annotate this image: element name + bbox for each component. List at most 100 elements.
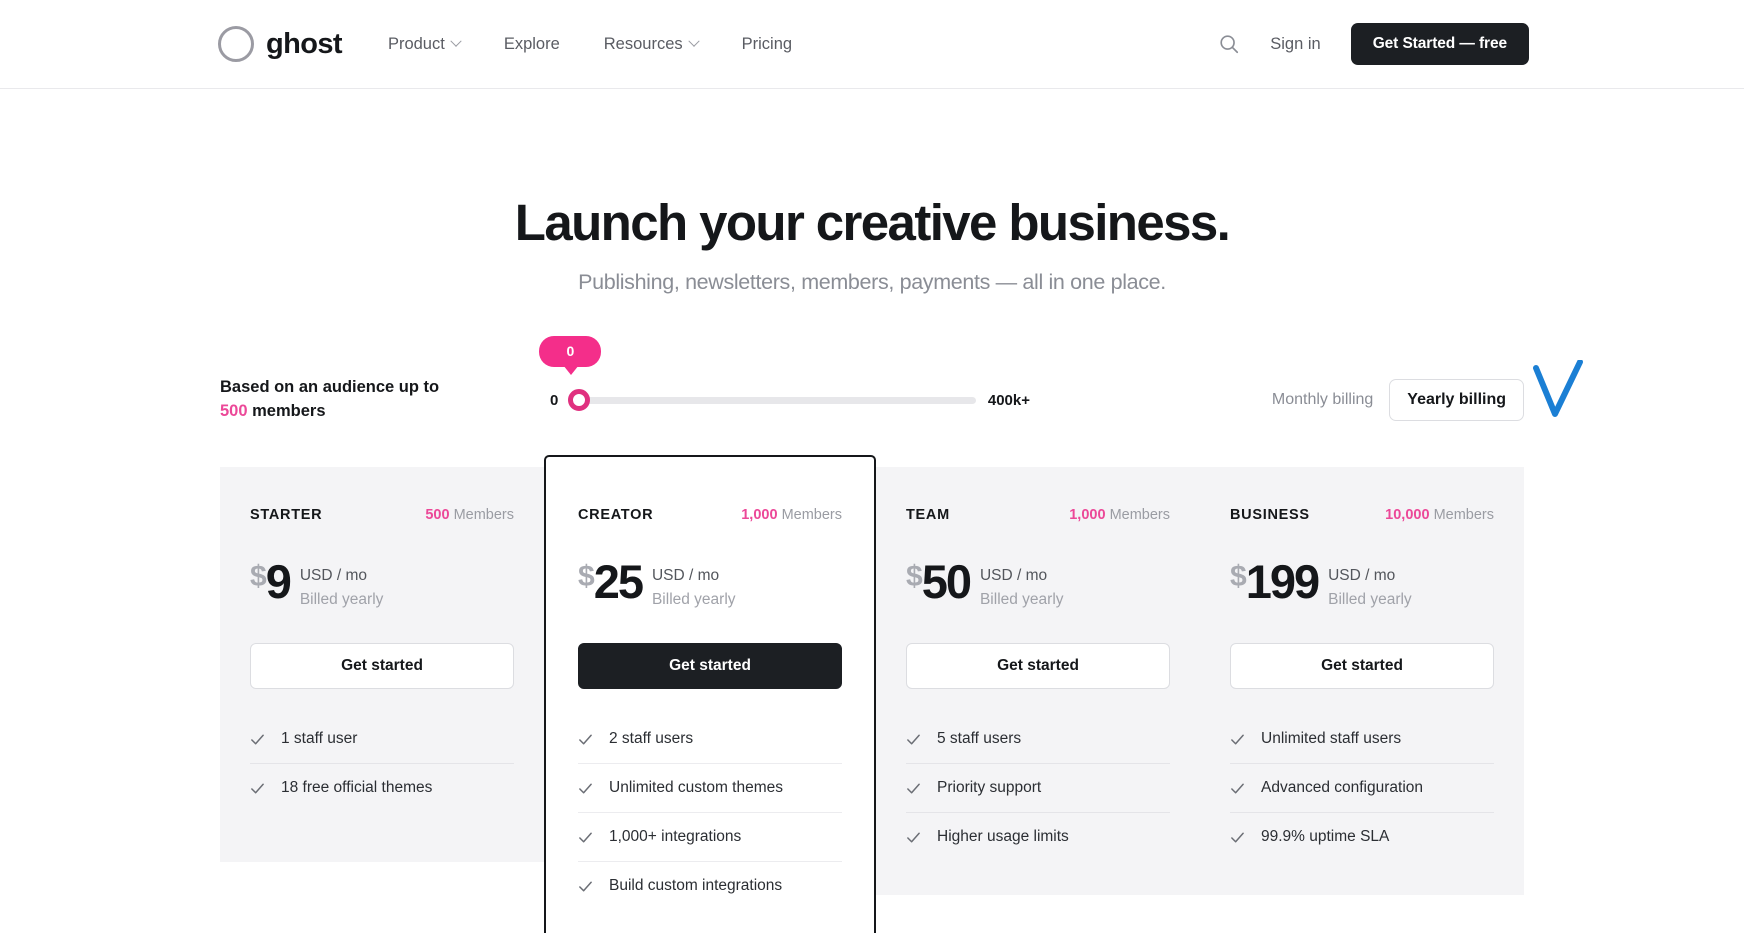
currency-symbol: $ [578,560,595,594]
check-icon [1231,734,1244,744]
brand-name: ghost [266,27,343,60]
get-started-button[interactable]: Get started [906,643,1170,690]
search-icon[interactable] [1218,33,1240,55]
main-nav: Product Explore Resources Pricing [388,35,792,54]
slider-track[interactable] [570,396,976,404]
feature-item: 99.9% uptime SLA [1230,813,1494,861]
card-header: TEAM 1,000 Members [906,507,1170,523]
ghost-ring-logo-icon [218,26,254,62]
check-icon [907,783,920,793]
audience-slider[interactable]: 0 0 400k+ [539,336,1030,412]
feature-label: 18 free official themes [281,779,433,797]
billing-yearly-option[interactable]: Yearly billing [1389,379,1524,422]
pricing-card-creator: CREATOR 1,000 Members $25 USD / mo Bille… [544,455,876,933]
pricing-card-team: TEAM 1,000 Members $50 USD / mo Billed y… [876,467,1200,896]
get-started-button[interactable]: Get started [1230,643,1494,690]
page-title: Launch your creative business. [514,194,1231,251]
plan-members-label: Members [1109,507,1170,524]
chevron-down-icon [450,35,462,47]
check-icon [1231,783,1244,793]
price-billing-period: Billed yearly [1328,590,1412,608]
check-icon [579,783,592,793]
plan-price: $50 [906,555,972,609]
plan-members-count: 500 [425,507,450,524]
billing-toggle: Monthly billing Yearly billing [1272,360,1583,422]
feature-item: Priority support [906,764,1170,814]
pricing-controls: Based on an audience up to 500 members 0… [0,336,1744,439]
get-started-button[interactable]: Get started [578,643,842,690]
feature-item: 5 staff users [906,715,1170,765]
price-unit: USD / mo [299,567,368,585]
check-icon [1231,832,1244,842]
plan-members: 1,000 Members [1069,507,1170,523]
plan-price: $199 [1230,558,1320,605]
check-icon [579,881,592,891]
nav-item-label: Resources [603,34,683,53]
feature-label: 1,000+ integrations [609,828,742,846]
hero-section: Launch your creative business. Publishin… [0,89,1744,295]
feature-label: 99.9% uptime SLA [1261,828,1390,846]
feature-label: Unlimited staff users [1261,730,1402,748]
nav-item-resources[interactable]: Resources [603,34,700,54]
nav-item-pricing[interactable]: Pricing [742,35,792,54]
check-icon [579,734,592,744]
plan-members: 500 Members [425,507,514,523]
slider-handle[interactable] [568,389,591,412]
site-header: ghost Product Explore Resources Pricing … [0,0,1744,89]
nav-item-explore[interactable]: Explore [504,35,560,54]
price-billing-period: Billed yearly [979,590,1064,608]
card-header: STARTER 500 Members [250,507,514,523]
plan-members-count: 10,000 [1385,507,1430,524]
slider-value-bubble: 0 [539,336,602,376]
price-row: $9 USD / mo Billed yearly [250,558,514,611]
plan-members-label: Members [781,507,842,524]
feature-label: Higher usage limits [937,828,1069,846]
price-meta: USD / mo Billed yearly [1328,558,1412,611]
feature-label: 2 staff users [609,730,694,748]
blue-check-annotation-icon [1533,360,1583,418]
plan-members-count: 1,000 [1069,507,1106,524]
price-unit: USD / mo [979,567,1048,585]
nav-item-label: Pricing [741,34,793,53]
feature-item: 2 staff users [578,715,842,765]
get-started-free-button[interactable]: Get Started — free [1350,23,1529,65]
plan-name: TEAM [906,507,950,524]
nav-item-product[interactable]: Product [388,35,462,54]
check-icon [251,734,264,744]
currency-symbol: $ [906,560,923,594]
sign-in-link[interactable]: Sign in [1270,35,1320,54]
currency-symbol: $ [1230,560,1247,594]
feature-label: 1 staff user [281,730,358,748]
billing-monthly-option[interactable]: Monthly billing [1272,391,1373,409]
feature-label: Build custom integrations [609,877,783,895]
price-value: 25 [593,555,644,609]
feature-item: Advanced configuration [1230,764,1494,814]
pricing-cards: STARTER 500 Members $9 USD / mo Billed y… [0,455,1744,933]
plan-members: 10,000 Members [1385,507,1494,523]
price-meta: USD / mo Billed yearly [300,558,384,611]
feature-item: 18 free official themes [250,764,514,812]
price-row: $50 USD / mo Billed yearly [906,558,1170,611]
plan-name: BUSINESS [1230,507,1310,524]
get-started-button[interactable]: Get started [250,643,514,690]
audience-summary: Based on an audience up to 500 members [220,376,520,424]
check-icon [579,832,592,842]
slider-track-container[interactable]: 0 [539,336,976,412]
brand-logo[interactable]: ghost [218,26,343,62]
feature-label: 5 staff users [937,730,1022,748]
feature-label: Advanced configuration [1261,779,1424,797]
feature-list: 1 staff user 18 free official themes [250,715,514,812]
hero-subtitle: Publishing, newsletters, members, paymen… [578,270,1166,295]
price-value: 50 [921,555,972,609]
check-icon [907,832,920,842]
price-meta: USD / mo Billed yearly [980,558,1064,611]
plan-members: 1,000 Members [741,507,842,523]
feature-list: Unlimited staff users Advanced configura… [1230,715,1494,861]
price-row: $199 USD / mo Billed yearly [1230,558,1494,611]
slider-max-label: 400k+ [987,391,1030,409]
feature-item: 1 staff user [250,715,514,765]
plan-name: STARTER [250,507,323,524]
check-icon [907,734,920,744]
price-billing-period: Billed yearly [651,590,736,608]
audience-summary-line1: Based on an audience up to [220,378,440,397]
